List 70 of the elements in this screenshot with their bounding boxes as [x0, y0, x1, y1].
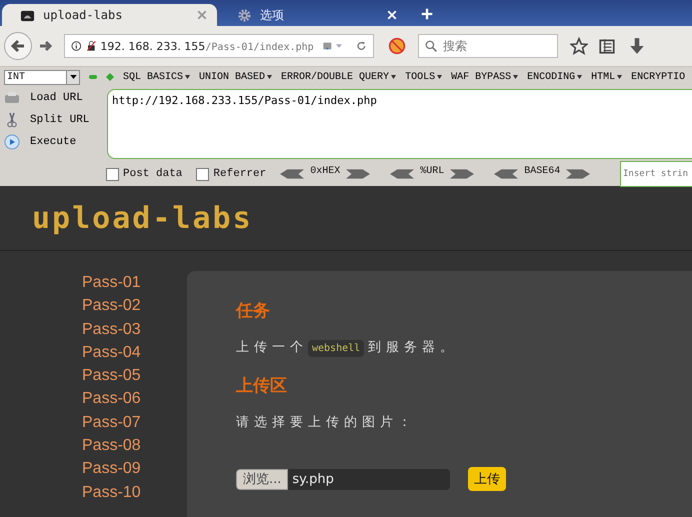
right-arrow-icon[interactable] — [346, 169, 370, 179]
menu-button[interactable]: ERROR/DOUBLE QUERY — [281, 72, 396, 82]
left-arrow-icon[interactable] — [280, 169, 304, 179]
pass-link[interactable]: Pass-07 — [82, 410, 187, 434]
forward-icon[interactable] — [38, 38, 54, 54]
url-text: 192. 168. 233. 155/Pass-01/index.php — [100, 40, 314, 52]
left-arrow-icon[interactable] — [494, 169, 518, 179]
browser-tab[interactable]: 选项 — [219, 4, 407, 26]
play-icon — [4, 134, 20, 150]
checkbox[interactable] — [196, 168, 210, 180]
pass-link[interactable]: Pass-09 — [82, 457, 187, 481]
encoder-label: 0xHEX — [310, 166, 340, 176]
site-logo: upload-labs — [32, 200, 253, 236]
menu-button[interactable]: ENCODING — [527, 72, 582, 82]
caret-icon — [70, 75, 76, 79]
right-arrow-icon[interactable] — [566, 169, 590, 179]
caret-icon — [577, 75, 582, 79]
caret-icon — [617, 75, 622, 79]
menu-button[interactable]: SQL BASICS — [123, 72, 190, 82]
file-input[interactable]: 浏览... sy.php — [236, 468, 450, 490]
pass-link[interactable]: Pass-08 — [82, 434, 187, 458]
address-bar[interactable]: 192. 168. 233. 155/Pass-01/index.php — [64, 34, 374, 58]
gear-icon — [237, 8, 252, 22]
action-button[interactable]: Split URL — [30, 114, 90, 126]
encoder-label: %URL — [420, 166, 444, 176]
menu-button[interactable]: WAF BYPASS — [451, 72, 518, 82]
encoder-label: BASE64 — [524, 166, 560, 176]
section-heading: 上传区 — [236, 375, 288, 397]
menu-button[interactable]: UNION BASED — [199, 72, 272, 82]
checkbox[interactable] — [106, 168, 119, 180]
search-icon — [425, 40, 438, 53]
pass-link[interactable]: Pass-04 — [82, 340, 187, 364]
pass-link[interactable]: Pass-03 — [82, 318, 187, 341]
menu-button[interactable]: ENCRYPTIO — [631, 72, 686, 82]
upload-button[interactable]: 上传 — [468, 467, 506, 491]
menu-button[interactable]: TOOLS — [405, 72, 442, 82]
back-button[interactable] — [4, 32, 32, 60]
pass-link[interactable]: Pass-10 — [82, 480, 187, 504]
lock-slash-icon[interactable] — [86, 38, 96, 54]
type-select[interactable]: INT — [4, 70, 80, 84]
menu-button[interactable]: HTML — [591, 72, 622, 82]
browser-tab[interactable]: upload-labs — [2, 4, 217, 26]
task-text: 上传一个 webshell 到服务器。 — [236, 339, 460, 356]
action-button[interactable]: Load URL — [30, 92, 83, 104]
printer-icon — [4, 90, 20, 106]
pass-link[interactable]: Pass-01 — [82, 271, 187, 294]
pass-link[interactable]: Pass-02 — [82, 294, 187, 318]
caret-icon — [267, 75, 272, 79]
section-heading: 任务 — [236, 300, 271, 322]
dropdown-icon[interactable] — [336, 43, 342, 49]
upload-prompt: 请选择要上传的图片： — [236, 414, 417, 431]
checkbox-label: Referrer — [213, 168, 266, 180]
insert-field[interactable]: Insert strin — [620, 161, 692, 187]
download-icon[interactable] — [628, 37, 646, 55]
right-arrow-icon[interactable] — [450, 169, 474, 179]
caret-icon — [391, 75, 396, 79]
reading-list-icon[interactable] — [598, 37, 616, 55]
search-field[interactable]: 搜索 — [418, 34, 558, 58]
back-arrow-icon — [10, 38, 26, 54]
caret-icon — [513, 75, 518, 79]
blocked-icon[interactable] — [388, 37, 406, 55]
action-button[interactable]: Execute — [30, 136, 76, 148]
checkbox-label: Post data — [123, 168, 182, 180]
url-field[interactable]: http://192.168.233.155/Pass-01/index.php — [107, 89, 692, 159]
caret-icon — [437, 75, 442, 79]
pass-link[interactable]: Pass-05 — [82, 364, 187, 388]
star-icon[interactable] — [570, 37, 588, 55]
caret-icon — [185, 75, 190, 79]
left-arrow-icon[interactable] — [390, 169, 414, 179]
pass-link[interactable]: Pass-06 — [82, 387, 187, 411]
